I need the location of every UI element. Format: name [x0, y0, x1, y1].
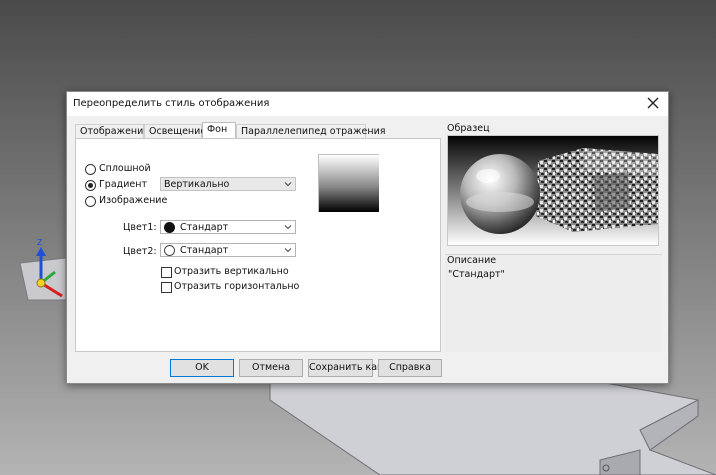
cancel-button[interactable]: Отмена	[239, 359, 303, 377]
flip-vertical-checkbox[interactable]	[161, 267, 172, 278]
radio-gradient-label: Градиент	[99, 179, 147, 190]
color1-select[interactable]: Стандарт	[160, 220, 296, 234]
radio-solid[interactable]	[85, 164, 96, 175]
help-button[interactable]: Справка	[378, 359, 442, 377]
chevron-down-icon	[284, 182, 292, 187]
color2-label: Цвет2:	[123, 246, 157, 257]
tab-background[interactable]: Фон	[202, 122, 236, 139]
color1-swatch	[164, 222, 175, 233]
description-label: Описание	[447, 255, 497, 266]
radio-image-label: Изображение	[99, 195, 168, 206]
color1-value: Стандарт	[180, 222, 229, 233]
color1-label: Цвет1:	[123, 222, 157, 233]
gradient-direction-value: Вертикально	[164, 179, 230, 190]
background-tab-panel: Сплошной Градиент Изображение Вертикальн…	[75, 138, 441, 352]
color2-value: Стандарт	[180, 245, 229, 256]
ok-button[interactable]: OK	[170, 359, 234, 377]
sample-label: Образец	[447, 123, 490, 134]
radio-solid-label: Сплошной	[99, 163, 151, 174]
radio-gradient[interactable]	[85, 180, 96, 191]
dialog-titlebar: Переопределить стиль отображения	[67, 92, 668, 116]
gradient-preview	[318, 154, 379, 212]
description-section: Описание "Стандарт"	[445, 254, 662, 352]
save-as-button[interactable]: Сохранить как	[308, 359, 383, 377]
close-icon[interactable]	[644, 94, 662, 112]
description-value: "Стандарт"	[448, 269, 505, 280]
flip-vertical-label: Отразить вертикально	[174, 266, 289, 277]
axis-origin	[36, 278, 46, 288]
tab-reflection-box[interactable]: Параллелепипед отражения	[236, 124, 385, 138]
sample-preview	[447, 135, 659, 246]
dialog-title: Переопределить стиль отображения	[73, 98, 270, 109]
tab-lighting[interactable]: Освещение	[144, 124, 206, 138]
flip-horizontal-checkbox[interactable]	[161, 282, 172, 293]
axis-z-label: Z	[37, 238, 43, 247]
flip-horizontal-label: Отразить горизонтально	[174, 281, 300, 292]
display-style-dialog: Переопределить стиль отображения Отображ…	[66, 91, 669, 384]
sample-render	[448, 136, 658, 245]
chevron-down-icon	[284, 248, 292, 253]
chevron-down-icon	[284, 225, 292, 230]
radio-image[interactable]	[85, 196, 96, 207]
color2-swatch	[164, 245, 175, 256]
gradient-direction-select[interactable]: Вертикально	[160, 177, 296, 191]
tab-display[interactable]: Отображение	[75, 124, 149, 138]
color2-select[interactable]: Стандарт	[160, 243, 296, 257]
